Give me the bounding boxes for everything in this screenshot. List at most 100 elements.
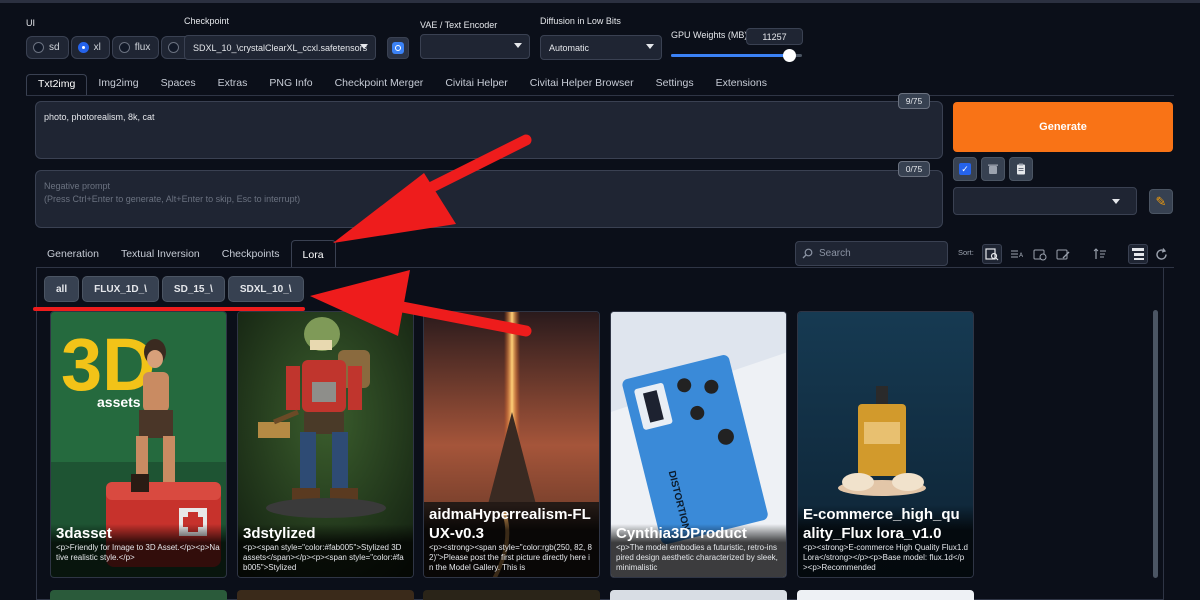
card-description: <p><strong>E-commerce High Quality Flux1… bbox=[803, 543, 968, 572]
card-title: Cynthia3DProduct bbox=[616, 525, 747, 542]
card-description: <p><strong><span style="color:rgb(250, 8… bbox=[429, 543, 592, 572]
refresh-checkpoint-button[interactable] bbox=[387, 37, 409, 59]
trash-button[interactable] bbox=[981, 157, 1005, 181]
ui-option-flux[interactable]: flux bbox=[111, 36, 160, 59]
card-peek bbox=[610, 590, 787, 600]
radio-dot bbox=[168, 42, 180, 53]
gpu-weights-input[interactable]: 11257 bbox=[746, 28, 803, 45]
tab-img2img[interactable]: Img2img bbox=[87, 74, 149, 96]
tab-textual-inversion[interactable]: Textual Inversion bbox=[110, 240, 211, 268]
negative-prompt-placeholder: Negative prompt bbox=[44, 181, 111, 191]
sort-by-path-icon[interactable] bbox=[982, 244, 1002, 264]
negative-prompt-textarea[interactable]: Negative prompt (Press Ctrl+Enter to gen… bbox=[35, 170, 943, 228]
sort-label: Sort: bbox=[958, 248, 974, 257]
clipboard-button[interactable] bbox=[1009, 157, 1033, 181]
ui-option-sd[interactable]: sd bbox=[26, 36, 69, 59]
diffusion-dropdown[interactable]: Automatic bbox=[540, 35, 662, 60]
folder-filter-buttons: all FLUX_1D_\ SD_15_\ SDXL_10_\ bbox=[44, 276, 304, 302]
radio-label: xl bbox=[93, 42, 101, 53]
sort-by-date-created-icon[interactable] bbox=[1030, 244, 1050, 264]
card-title: 3dasset bbox=[56, 525, 112, 542]
card-peek bbox=[50, 590, 227, 600]
lora-card-3dasset[interactable]: 3D assets 3dasset <p>Friendly for Image … bbox=[50, 311, 227, 578]
filter-flux-button[interactable]: FLUX_1D_\ bbox=[82, 276, 159, 302]
search-input[interactable]: Search bbox=[795, 241, 948, 266]
gpu-weights-slider[interactable] bbox=[671, 49, 802, 62]
card-peek bbox=[423, 590, 600, 600]
search-icon bbox=[802, 248, 813, 259]
checkbox-button[interactable]: ✓ bbox=[953, 157, 977, 181]
lora-card-cynthia3dproduct[interactable]: DISTORTION Cynthia3DProduct <p>The model… bbox=[610, 311, 787, 578]
refresh-icon[interactable] bbox=[1151, 244, 1171, 264]
chevron-down-icon bbox=[646, 44, 654, 49]
ui-radio-group: sd xl flux all bbox=[26, 36, 204, 59]
generate-button[interactable]: Generate bbox=[953, 102, 1173, 152]
sort-by-name-icon[interactable]: A bbox=[1007, 244, 1027, 264]
negative-prompt-hint: (Press Ctrl+Enter to generate, Alt+Enter… bbox=[44, 194, 301, 204]
tab-txt2img[interactable]: Txt2img bbox=[26, 74, 88, 96]
checkpoint-dropdown[interactable]: SDXL_10_\crystalClearXL_ccxl.safetensors bbox=[184, 35, 376, 60]
radio-dot bbox=[33, 42, 44, 53]
card-title: E-commerce_high_quality_Flux lora_v1.0 bbox=[803, 506, 960, 542]
tab-extensions[interactable]: Extensions bbox=[705, 74, 778, 96]
scrollbar[interactable] bbox=[1153, 310, 1158, 578]
search-placeholder: Search bbox=[819, 248, 851, 259]
lora-card-ecommerce[interactable]: E-commerce_high_quality_Flux lora_v1.0 <… bbox=[797, 311, 974, 578]
tab-lora[interactable]: Lora bbox=[290, 240, 336, 268]
filter-sd15-button[interactable]: SD_15_\ bbox=[161, 276, 225, 302]
card-info: 3dasset <p>Friendly for Image to 3D Asse… bbox=[51, 524, 226, 577]
main-tabs: Txt2img Img2img Spaces Extras PNG Info C… bbox=[26, 74, 778, 96]
ui-label: UI bbox=[26, 18, 35, 28]
tab-spaces[interactable]: Spaces bbox=[150, 74, 207, 96]
filter-sdxl-button[interactable]: SDXL_10_\ bbox=[227, 276, 304, 302]
window-top-border bbox=[0, 0, 1200, 3]
card-peek bbox=[797, 590, 974, 600]
filter-all-button[interactable]: all bbox=[44, 276, 80, 302]
vae-dropdown[interactable] bbox=[420, 34, 530, 59]
edit-styles-button[interactable]: ✎ bbox=[1149, 189, 1173, 214]
styles-dropdown[interactable] bbox=[953, 187, 1137, 215]
trash-icon bbox=[988, 164, 998, 174]
card-art-small-text: assets bbox=[97, 394, 141, 410]
checkpoint-label: Checkpoint bbox=[184, 16, 230, 26]
svg-text:A: A bbox=[1019, 252, 1024, 259]
tab-png-info[interactable]: PNG Info bbox=[258, 74, 323, 96]
checkpoint-value: SDXL_10_\crystalClearXL_ccxl.safetensors bbox=[193, 42, 368, 53]
tab-generation[interactable]: Generation bbox=[36, 240, 110, 268]
chevron-down-icon bbox=[1112, 199, 1120, 204]
ui-option-xl[interactable]: xl bbox=[70, 36, 110, 59]
slider-fill bbox=[671, 54, 789, 57]
card-description: <p><span style="color:#fab005">Stylized … bbox=[243, 543, 404, 572]
card-description: <p>The model embodies a futuristic, retr… bbox=[616, 543, 778, 572]
prompt-textarea[interactable]: photo, photorealism, 8k, cat bbox=[35, 101, 943, 159]
prompt-text: photo, photorealism, 8k, cat bbox=[44, 112, 155, 122]
card-info: Cynthia3DProduct <p>The model embodies a… bbox=[611, 524, 786, 577]
tab-checkpoints[interactable]: Checkpoints bbox=[211, 240, 291, 268]
clipboard-icon bbox=[1017, 163, 1025, 175]
sort-by-date-modified-icon[interactable] bbox=[1053, 244, 1073, 264]
tab-checkpoint-merger[interactable]: Checkpoint Merger bbox=[324, 74, 435, 96]
tab-settings[interactable]: Settings bbox=[645, 74, 705, 96]
gpu-weights-label: GPU Weights (MB) bbox=[671, 30, 748, 40]
prompt-token-counter: 9/75 bbox=[898, 93, 930, 109]
sort-order-icon[interactable] bbox=[1090, 244, 1110, 264]
tree-view-icon[interactable] bbox=[1128, 244, 1148, 264]
diffusion-label: Diffusion in Low Bits bbox=[540, 16, 621, 26]
lora-card-3dstylized[interactable]: 3dstylized <p><span style="color:#fab005… bbox=[237, 311, 414, 578]
card-info: E-commerce_high_quality_Flux lora_v1.0 <… bbox=[798, 505, 973, 577]
vae-label: VAE / Text Encoder bbox=[420, 20, 498, 30]
check-icon: ✓ bbox=[959, 163, 971, 175]
card-title: 3dstylized bbox=[243, 525, 316, 542]
card-peek bbox=[237, 590, 414, 600]
tab-extras[interactable]: Extras bbox=[207, 74, 259, 96]
radio-label: flux bbox=[134, 42, 151, 53]
lora-card-aidma-hyperrealism[interactable]: aidmaHyperrealism-FLUX-v0.3 <p><strong><… bbox=[423, 311, 600, 578]
pencil-icon: ✎ bbox=[1155, 193, 1167, 209]
card-info: aidmaHyperrealism-FLUX-v0.3 <p><strong><… bbox=[424, 505, 599, 577]
card-title: aidmaHyperrealism-FLUX-v0.3 bbox=[429, 506, 591, 542]
tab-civitai-helper-browser[interactable]: Civitai Helper Browser bbox=[519, 74, 645, 96]
slider-thumb[interactable] bbox=[782, 49, 796, 62]
radio-label: sd bbox=[49, 42, 60, 53]
tab-civitai-helper[interactable]: Civitai Helper bbox=[434, 74, 518, 96]
negative-token-counter: 0/75 bbox=[898, 161, 930, 177]
